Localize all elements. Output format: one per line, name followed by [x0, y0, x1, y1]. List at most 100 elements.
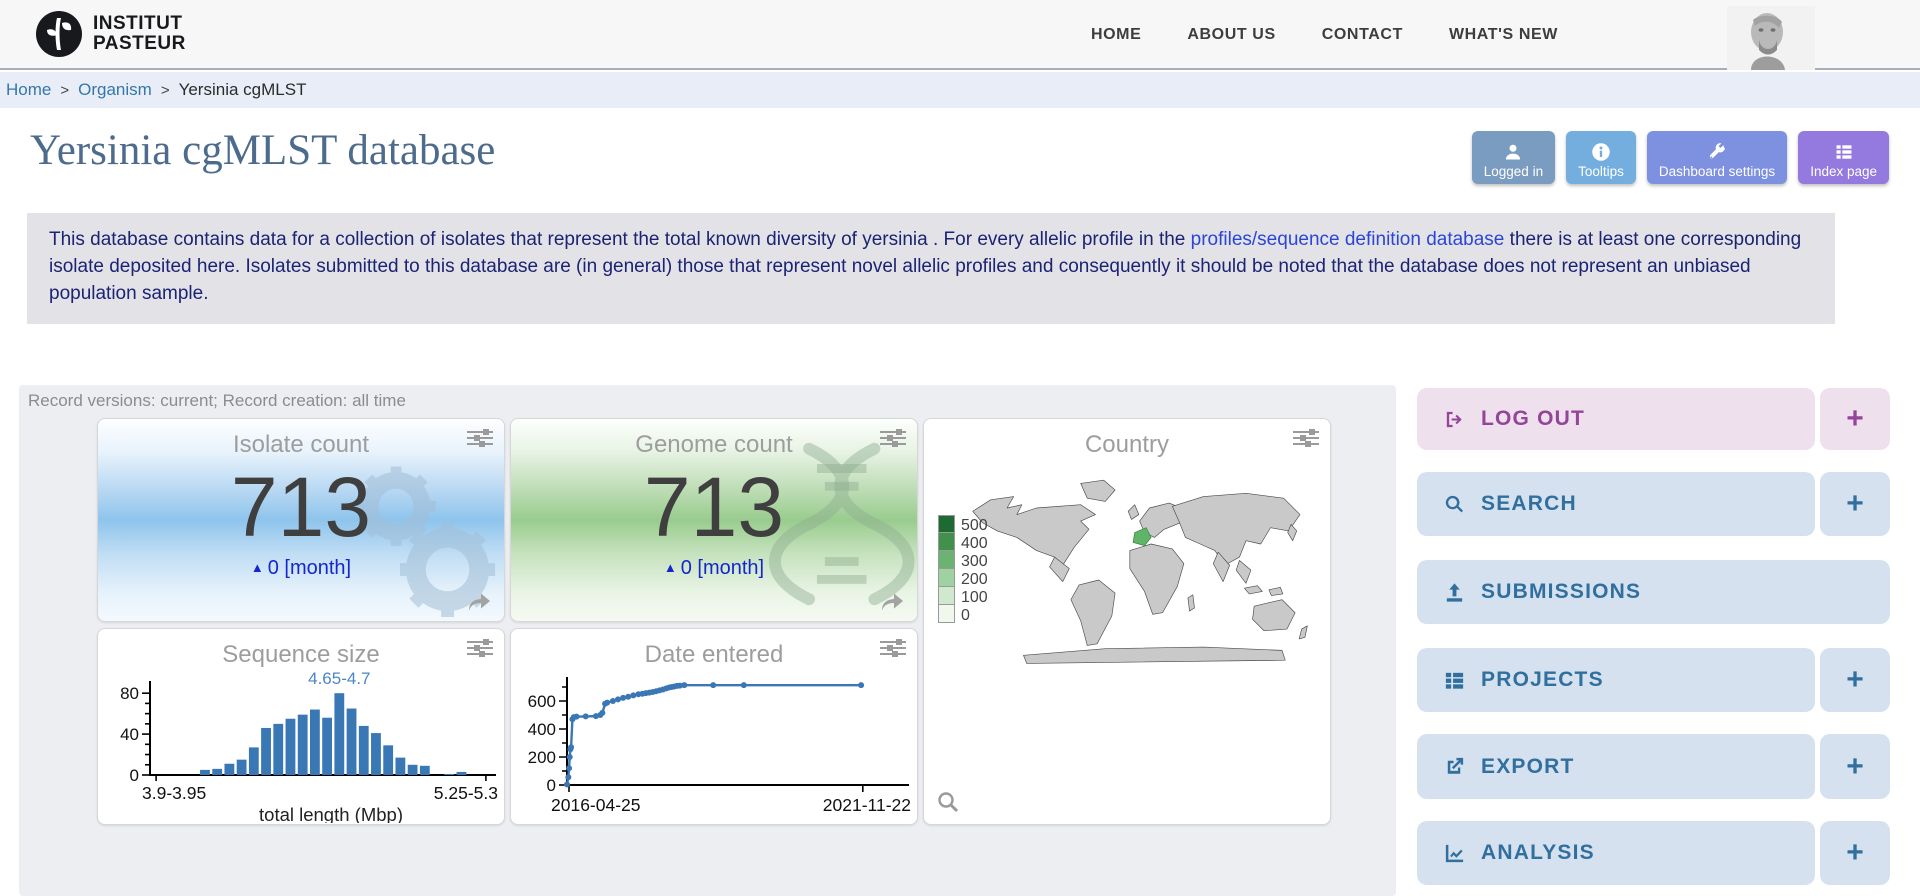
sidebar-row-submissions: SUBMISSIONS — [1417, 560, 1890, 624]
sidebar-item-search[interactable]: SEARCH — [1417, 472, 1815, 536]
breadcrumb-organism[interactable]: Organism — [78, 80, 152, 100]
share-icon[interactable] — [466, 591, 492, 613]
map-se-asia — [1236, 560, 1251, 583]
sidebar-row-export: EXPORT + — [1417, 734, 1890, 799]
card-settings-icon[interactable] — [466, 427, 494, 449]
map-greenland — [1081, 480, 1115, 501]
tooltips-button[interactable]: Tooltips — [1566, 131, 1636, 184]
sequence-definition-database-link[interactable]: profiles/sequence definition database — [1191, 229, 1505, 250]
breadcrumb-separator: > — [161, 82, 170, 99]
projects-expand-button[interactable]: + — [1820, 648, 1890, 712]
map-africa — [1130, 544, 1184, 614]
sidebar-row-projects: PROJECTS + — [1417, 648, 1890, 712]
svg-text:3.9-3.95: 3.9-3.95 — [142, 783, 206, 803]
svg-text:400: 400 — [528, 720, 556, 739]
map-antarctica — [1023, 647, 1285, 663]
genome-count-card: Genome count 713 ▲0 [month] — [510, 418, 918, 622]
index-page-button[interactable]: Index page — [1798, 131, 1889, 184]
search-expand-button[interactable]: + — [1820, 472, 1890, 536]
institut-pasteur-logo[interactable]: INSTITUT PASTEUR — [35, 10, 186, 58]
svg-text:0: 0 — [130, 766, 139, 785]
nav-contact[interactable]: CONTACT — [1322, 26, 1403, 44]
trend-up-icon: ▲ — [251, 560, 264, 575]
nav-about-us[interactable]: ABOUT US — [1187, 26, 1275, 44]
sign-out-icon — [1443, 408, 1466, 431]
svg-text:4.65-4.7: 4.65-4.7 — [308, 669, 370, 688]
trend-up-icon: ▲ — [664, 560, 677, 575]
logo-wordmark: INSTITUT PASTEUR — [93, 14, 186, 54]
dashboard-panel: Record versions: current; Record creatio… — [19, 385, 1396, 896]
export-expand-button[interactable]: + — [1820, 734, 1890, 799]
map-north-america — [973, 497, 1096, 566]
svg-text:80: 80 — [120, 684, 139, 703]
site-header: INSTITUT PASTEUR HOME ABOUT US CONTACT W… — [0, 0, 1920, 70]
svg-text:2016-04-25: 2016-04-25 — [551, 795, 641, 815]
page: INSTITUT PASTEUR HOME ABOUT US CONTACT W… — [0, 0, 1920, 896]
page-title: Yersinia cgMLST database — [30, 126, 495, 175]
map-madagascar — [1188, 595, 1195, 611]
description-text-before: This database contains data for a collec… — [49, 229, 1191, 250]
breadcrumb-separator: > — [60, 82, 69, 99]
map-south-america — [1071, 580, 1115, 645]
logged-in-button[interactable]: Logged in — [1472, 131, 1555, 184]
map-new-guinea — [1269, 587, 1283, 595]
card-settings-icon[interactable] — [1292, 427, 1320, 449]
legend-row: 500 — [938, 515, 988, 533]
magnifier-icon[interactable] — [936, 790, 960, 814]
sidebar-item-log-out[interactable]: LOG OUT — [1417, 388, 1815, 450]
sidebar-item-analysis[interactable]: ANALYSIS — [1417, 821, 1815, 885]
card-settings-icon[interactable] — [466, 637, 494, 659]
sequence-size-card: Sequence size 0 40 80 3.9-3.95 5.25-5.3 4.65-… — [97, 628, 505, 825]
map-asia — [1172, 493, 1300, 565]
analysis-expand-button[interactable]: + — [1820, 821, 1890, 885]
sidebar-row-analysis: ANALYSIS + — [1417, 821, 1890, 885]
sidebar-row-search: SEARCH + — [1417, 472, 1890, 536]
date-entered-title: Date entered — [511, 641, 917, 669]
nav-whats-new[interactable]: WHAT'S NEW — [1449, 26, 1558, 44]
svg-text:0: 0 — [547, 776, 556, 795]
external-link-icon — [1443, 755, 1466, 778]
table-icon — [1443, 669, 1466, 692]
isolate-count-card: Isolate count 713 ▲0 [month] — [97, 418, 505, 622]
breadcrumb-home[interactable]: Home — [6, 80, 51, 100]
card-settings-icon[interactable] — [879, 427, 907, 449]
sidebar-item-submissions[interactable]: SUBMISSIONS — [1417, 560, 1890, 624]
breadcrumb: Home > Organism > Yersinia cgMLST — [0, 72, 1920, 108]
share-icon[interactable] — [879, 591, 905, 613]
user-icon — [1503, 142, 1523, 162]
map-new-zealand — [1299, 626, 1307, 639]
genome-count-trend: ▲0 [month] — [511, 557, 917, 580]
search-icon — [1443, 493, 1466, 516]
quick-buttons: Logged in Tooltips Dashboard settings In… — [1472, 131, 1889, 184]
institut-pasteur-logo-icon — [35, 10, 83, 58]
sidebar-item-projects[interactable]: PROJECTS — [1417, 648, 1815, 712]
wrench-icon — [1707, 142, 1727, 162]
country-card-title: Country — [924, 431, 1330, 459]
list-icon — [1834, 142, 1854, 162]
log-out-expand-button[interactable]: + — [1820, 388, 1890, 450]
card-settings-icon[interactable] — [879, 637, 907, 659]
legend-row: 300 — [938, 551, 988, 569]
sequence-size-title: Sequence size — [98, 641, 504, 669]
breadcrumb-current: Yersinia cgMLST — [179, 80, 307, 100]
country-map-card: Country — [923, 418, 1331, 825]
sidebar-row-logout: LOG OUT + — [1417, 388, 1890, 450]
legend-row: 100 — [938, 587, 988, 605]
svg-text:600: 600 — [528, 692, 556, 711]
map-uk — [1128, 505, 1139, 520]
record-filter-status: Record versions: current; Record creatio… — [28, 391, 406, 411]
world-map — [958, 461, 1318, 681]
svg-text:40: 40 — [120, 725, 139, 744]
isolate-count-value: 713 — [98, 461, 504, 553]
date-entered-card: Date entered 02004006002016-04-252021-11… — [510, 628, 918, 825]
logged-in-label: Logged in — [1484, 164, 1543, 179]
chart-line-icon — [1443, 842, 1466, 865]
sidebar-item-export[interactable]: EXPORT — [1417, 734, 1815, 799]
tooltips-label: Tooltips — [1578, 164, 1624, 179]
dashboard-settings-label: Dashboard settings — [1659, 164, 1775, 179]
nav-home[interactable]: HOME — [1091, 26, 1141, 44]
svg-text:200: 200 — [528, 748, 556, 767]
sequence-size-histogram: 040803.9-3.955.25-5.34.65-4.7total lengt… — [104, 667, 500, 823]
dashboard-settings-button[interactable]: Dashboard settings — [1647, 131, 1787, 184]
svg-text:5.25-5.3: 5.25-5.3 — [434, 783, 498, 803]
